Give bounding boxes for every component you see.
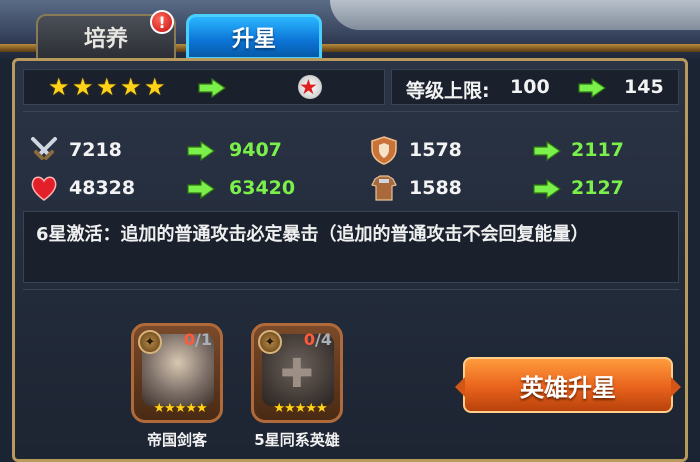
arrow-right-icon — [187, 179, 215, 199]
class-emblem-icon: ✦ — [258, 330, 282, 354]
magic-defense-current: 1588 — [409, 177, 462, 199]
activation-box: 6星激活：追加的普通攻击必定暴击（追加的普通攻击不会回复能量） — [23, 211, 679, 283]
gold-star-icon: ★ — [120, 73, 142, 101]
star-compare-box: ★ ★ ★ ★ ★ ★ — [23, 69, 385, 105]
defense-next: 2117 — [571, 139, 624, 161]
hero-star-up-button[interactable]: 英雄升星 — [455, 357, 681, 413]
arrow-right-icon — [198, 78, 226, 98]
scene-band — [330, 0, 700, 30]
activation-text: 6星激活：追加的普通攻击必定暴击（追加的普通攻击不会回复能量） — [36, 224, 589, 245]
gold-star-icon: ★ — [96, 73, 118, 101]
tab-cultivate-label: 培养 — [83, 27, 128, 52]
shield-icon — [369, 135, 399, 165]
arrow-right-icon — [578, 78, 606, 98]
material-slot-hero[interactable]: ✦ 0/1 ★★★★★ — [131, 323, 223, 423]
arrow-right-icon — [533, 141, 561, 161]
level-cap-label: 等级上限: — [406, 80, 490, 102]
crossed-swords-icon — [29, 135, 59, 165]
material-name: 帝国剑客 — [146, 431, 207, 449]
plus-icon: ✚ — [280, 351, 314, 397]
level-cap-box: 等级上限: 100 145 — [391, 69, 679, 105]
magic-defense-next: 2127 — [571, 177, 624, 199]
armor-icon — [369, 173, 399, 203]
red-star-icon: ★ — [298, 75, 322, 99]
level-cap-next: 145 — [624, 76, 664, 98]
star-up-panel: ★ ★ ★ ★ ★ ★ 等级上限: 100 145 7218 9407 1578… — [12, 58, 688, 462]
attack-current: 7218 — [69, 139, 122, 161]
gold-star-icon: ★ — [72, 73, 94, 101]
attack-next: 9407 — [229, 139, 282, 161]
heart-icon — [29, 173, 59, 203]
tab-star-up[interactable]: 升星 — [186, 14, 322, 60]
tab-star-up-label: 升星 — [231, 27, 276, 52]
material-stars: ★★★★★ — [273, 401, 327, 416]
material-count: 0/1 — [183, 330, 212, 349]
hp-next: 63420 — [229, 177, 296, 199]
gold-star-icon: ★ — [48, 73, 70, 101]
arrow-right-icon — [187, 141, 215, 161]
arrow-right-icon — [533, 179, 561, 199]
class-emblem-icon: ✦ — [138, 330, 162, 354]
material-count: 0/4 — [303, 330, 332, 349]
divider — [23, 289, 679, 290]
hp-current: 48328 — [69, 177, 136, 199]
material-slot-same-class[interactable]: ✦ 0/4 ✚ ★★★★★ — [251, 323, 343, 423]
gold-star-icon: ★ — [144, 73, 166, 101]
defense-current: 1578 — [409, 139, 462, 161]
level-cap-current: 100 — [510, 76, 550, 98]
material-name: 5星同系英雄 — [254, 431, 340, 449]
divider — [23, 111, 679, 112]
alert-icon: ! — [150, 10, 174, 34]
material-stars: ★★★★★ — [153, 401, 207, 416]
